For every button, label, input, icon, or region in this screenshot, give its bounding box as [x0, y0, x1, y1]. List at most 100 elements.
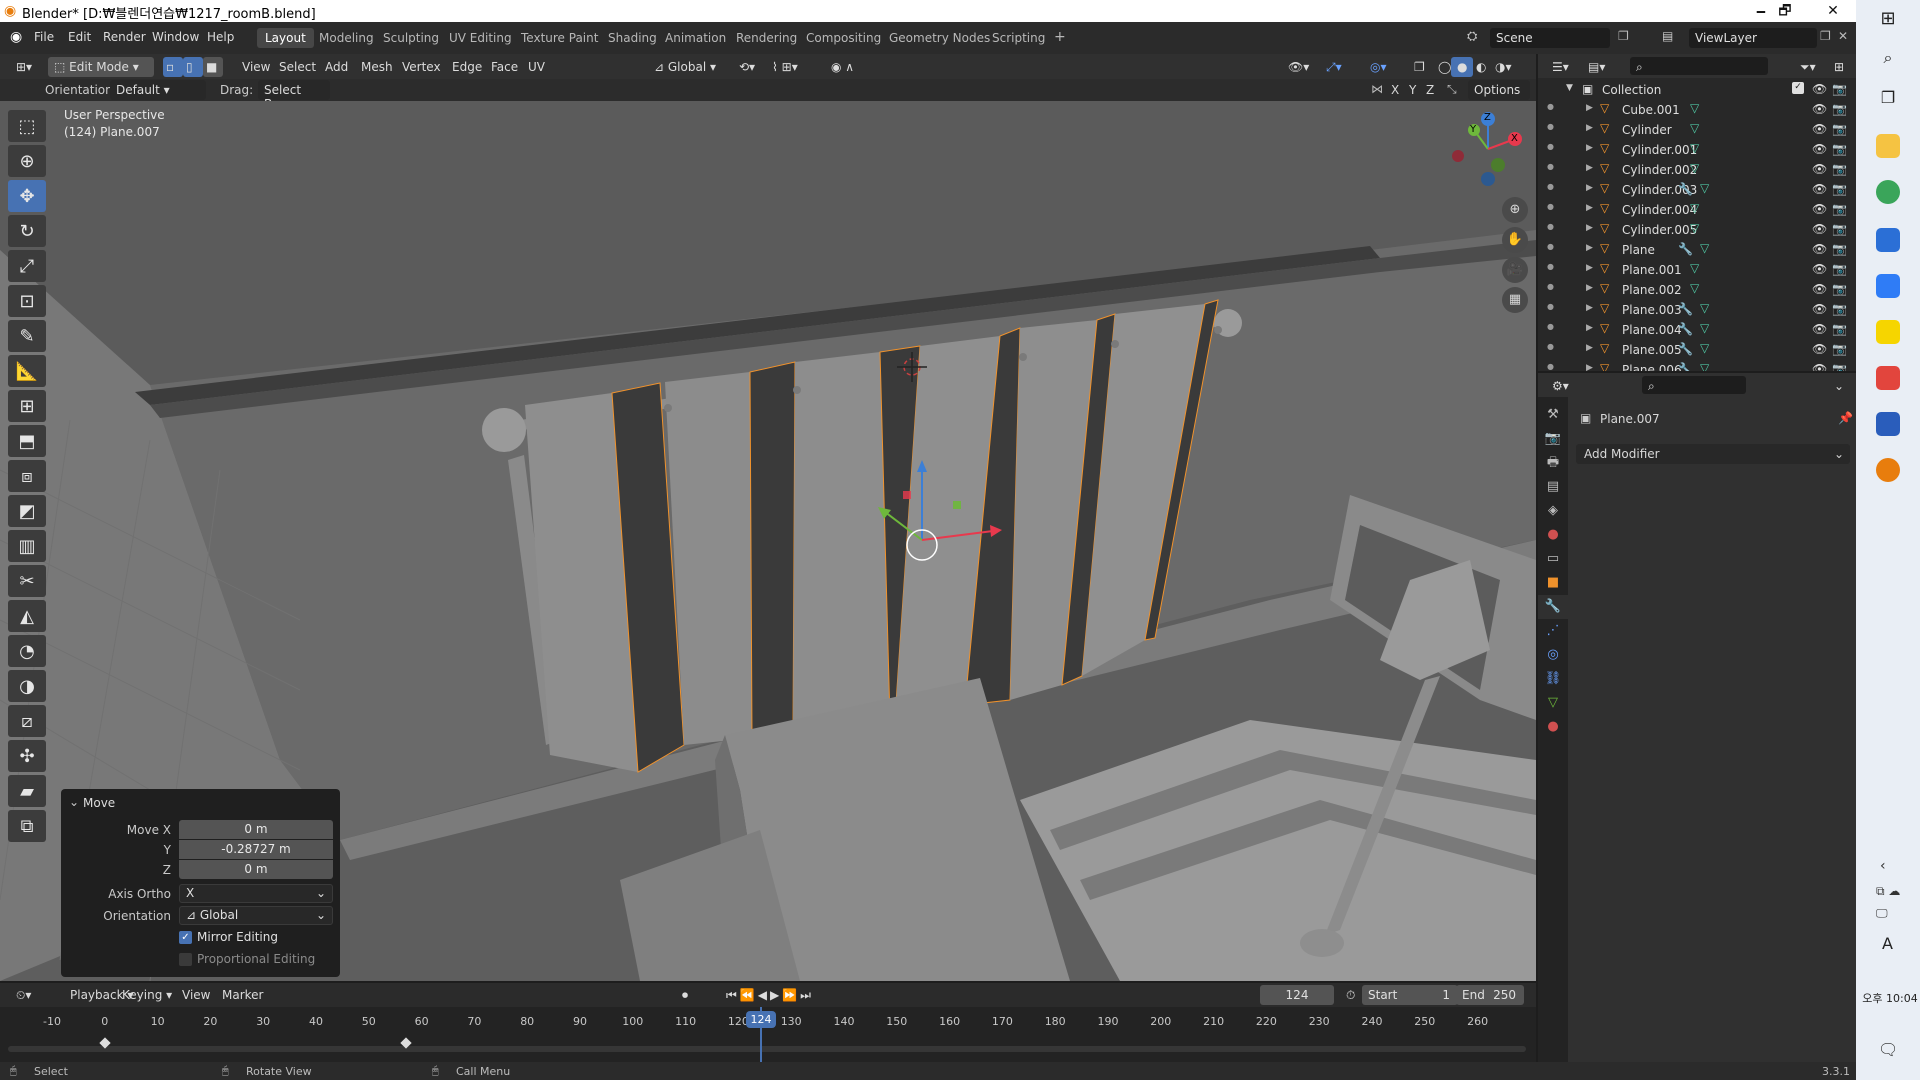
windows-start-icon[interactable]: ⊞: [1876, 8, 1900, 32]
visibility-eye-icon[interactable]: 👁: [1812, 202, 1827, 216]
outliner-item-row[interactable]: ● ▶ ▽ Cube.001 ▽ 👁 📷: [1538, 100, 1856, 120]
viewport-menu-select[interactable]: Select: [273, 57, 322, 77]
collection-tab-icon[interactable]: ▭: [1538, 547, 1568, 571]
mesh-data-icon[interactable]: ▽: [1690, 281, 1699, 295]
mesh-data-icon[interactable]: ▽: [1690, 221, 1699, 235]
mirror-y-toggle[interactable]: Y: [1409, 83, 1416, 97]
filter-icon[interactable]: ⏷▾: [1794, 57, 1822, 77]
mesh-data-icon[interactable]: ▽: [1700, 241, 1709, 255]
extrude-tool-icon[interactable]: ⬒: [8, 425, 46, 457]
world-tab-icon[interactable]: ●: [1538, 523, 1568, 547]
knife-tool-icon[interactable]: ✂: [8, 565, 46, 597]
tool-tab-icon[interactable]: ⚒: [1538, 403, 1568, 427]
outliner-item-row[interactable]: ● ▶ ▽ Cylinder.005 ▽ 👁 📷: [1538, 220, 1856, 240]
tab-uv-editing[interactable]: UV Editing: [441, 28, 520, 48]
visibility-eye-icon[interactable]: 👁: [1812, 162, 1827, 176]
viewport-menu-face[interactable]: Face: [485, 57, 524, 77]
pivot-point-icon[interactable]: ⟲▾: [733, 57, 761, 77]
viewport-menu-add[interactable]: Add: [319, 57, 354, 77]
drag-dropdown[interactable]: Select Box ▾: [258, 80, 330, 111]
mesh-data-icon[interactable]: ▽: [1690, 121, 1699, 135]
menu-help[interactable]: Help: [207, 30, 234, 44]
collection-row[interactable]: ▼ ▣ Collection ✓ 👁 📷: [1538, 80, 1856, 100]
collapse-chevron-icon[interactable]: ⌄: [69, 795, 79, 809]
snap-icon[interactable]: ⌇ ⊞▾: [766, 57, 804, 77]
render-camera-icon[interactable]: 📷: [1832, 362, 1847, 371]
gizmo-toggle-icon[interactable]: ⤢▾: [1320, 57, 1348, 77]
mesh-data-icon[interactable]: ▽: [1700, 301, 1709, 315]
modifier-tab-icon[interactable]: 🔧: [1538, 595, 1568, 619]
visibility-eye-icon[interactable]: 👁: [1812, 242, 1827, 256]
visibility-eye-icon[interactable]: 👁: [1812, 222, 1827, 236]
visibility-eye-icon[interactable]: 👁: [1812, 362, 1827, 371]
outliner-item-row[interactable]: ● ▶ ▽ Cylinder.004 ▽ 👁 📷: [1538, 200, 1856, 220]
cursor-tool-icon[interactable]: ⊕: [8, 145, 46, 177]
move-tool-icon[interactable]: ✥: [8, 180, 46, 212]
notifications-icon[interactable]: 🗨: [1878, 1040, 1898, 1059]
data-tab-icon[interactable]: ▽: [1538, 691, 1568, 715]
record-icon[interactable]: ⏺: [676, 985, 694, 1005]
outliner-item-row[interactable]: ● ▶ ▽ Plane.003 🔧 ▽ 👁 📷: [1538, 300, 1856, 320]
render-camera-icon[interactable]: 📷: [1832, 302, 1847, 316]
rendered-shading-icon[interactable]: ◑▾: [1489, 57, 1518, 77]
select-box-tool-icon[interactable]: ⬚: [8, 110, 46, 142]
edge-slide-tool-icon[interactable]: ⧄: [8, 705, 46, 737]
chrome-icon[interactable]: [1876, 180, 1900, 204]
xray-icon[interactable]: ❐: [1408, 57, 1431, 77]
constraints-tab-icon[interactable]: ⛓: [1538, 667, 1568, 691]
transform-orientation-dropdown[interactable]: ⊿ Global ▾: [648, 57, 722, 77]
transform-tool-icon[interactable]: ⊡: [8, 285, 46, 317]
tab-scripting[interactable]: Scripting: [984, 28, 1053, 48]
face-select-icon[interactable]: ■: [203, 57, 223, 77]
mesh-data-icon[interactable]: ▽: [1700, 341, 1709, 355]
preview-range-icon[interactable]: ⏱: [1340, 985, 1361, 1005]
properties-search-input[interactable]: ⌕: [1642, 376, 1746, 394]
menu-file[interactable]: File: [34, 30, 54, 44]
expand-arrow-icon[interactable]: ▶: [1586, 123, 1593, 133]
render-camera-icon[interactable]: 📷: [1832, 122, 1847, 136]
timeline-menu-keying[interactable]: Keying ▾: [116, 985, 178, 1005]
orientation-dropdown[interactable]: ⊿ Global ⌄: [179, 906, 333, 925]
smooth-tool-icon[interactable]: ◑: [8, 670, 46, 702]
menu-edit[interactable]: Edit: [68, 30, 91, 44]
input-language[interactable]: A: [1882, 934, 1893, 953]
tray-chevron-icon[interactable]: ‹: [1880, 858, 1886, 874]
outliner-item-row[interactable]: ● ▶ ▽ Cylinder.003 🔧 ▽ 👁 📷: [1538, 180, 1856, 200]
mesh-data-icon[interactable]: ▽: [1700, 181, 1709, 195]
pan-hand-icon[interactable]: ✋: [1502, 227, 1528, 253]
visibility-eye-icon[interactable]: 👁: [1812, 342, 1827, 356]
modifier-wrench-icon[interactable]: 🔧: [1678, 342, 1693, 356]
mirror-editing-checkbox[interactable]: ✓: [179, 931, 192, 944]
outliner-item-row[interactable]: ● ▶ ▽ Plane.005 🔧 ▽ 👁 📷: [1538, 340, 1856, 360]
render-camera-icon[interactable]: 📷: [1832, 342, 1847, 356]
pin-icon[interactable]: 📌: [1838, 411, 1853, 425]
tab-geometry-nodes[interactable]: Geometry Nodes: [881, 28, 998, 48]
add-cube-tool-icon[interactable]: ⊞: [8, 390, 46, 422]
proportional-edit-icon[interactable]: ◉ ∧: [825, 57, 860, 77]
mirror-icon[interactable]: ⋈: [1371, 82, 1383, 96]
loop-cut-tool-icon[interactable]: ▥: [8, 530, 46, 562]
spin-tool-icon[interactable]: ◔: [8, 635, 46, 667]
outliner-item-row[interactable]: ● ▶ ▽ Cylinder.001 ▽ 👁 📷: [1538, 140, 1856, 160]
visibility-eye-icon[interactable]: 👁: [1812, 142, 1827, 156]
view-layer-tab-icon[interactable]: ▤: [1538, 475, 1568, 499]
viewport-menu-view[interactable]: View: [236, 57, 276, 77]
render-camera-icon[interactable]: 📷: [1832, 322, 1847, 336]
render-camera-icon[interactable]: 📷: [1832, 222, 1847, 236]
expand-arrow-icon[interactable]: ▼: [1566, 83, 1573, 93]
editor-type-icon[interactable]: ⊞▾: [10, 57, 38, 77]
scene-tab-icon[interactable]: ◈: [1538, 499, 1568, 523]
app-icon-blue[interactable]: [1876, 274, 1900, 298]
render-camera-icon[interactable]: 📷: [1832, 242, 1847, 256]
calculator-icon[interactable]: [1876, 228, 1900, 252]
timeline-editor-type-icon[interactable]: ⏲▾: [10, 985, 37, 1005]
mesh-data-icon[interactable]: ▽: [1690, 201, 1699, 215]
viewport-menu-mesh[interactable]: Mesh: [355, 57, 399, 77]
expand-arrow-icon[interactable]: ▶: [1586, 223, 1593, 233]
camera-view-icon[interactable]: 🎥: [1502, 257, 1528, 283]
properties-editor-type-icon[interactable]: ⚙▾: [1546, 376, 1575, 396]
view-layer-selector[interactable]: ViewLayer: [1689, 28, 1817, 48]
expand-arrow-icon[interactable]: ▶: [1586, 363, 1593, 371]
expand-arrow-icon[interactable]: ▶: [1586, 263, 1593, 273]
modifier-wrench-icon[interactable]: 🔧: [1678, 322, 1693, 336]
